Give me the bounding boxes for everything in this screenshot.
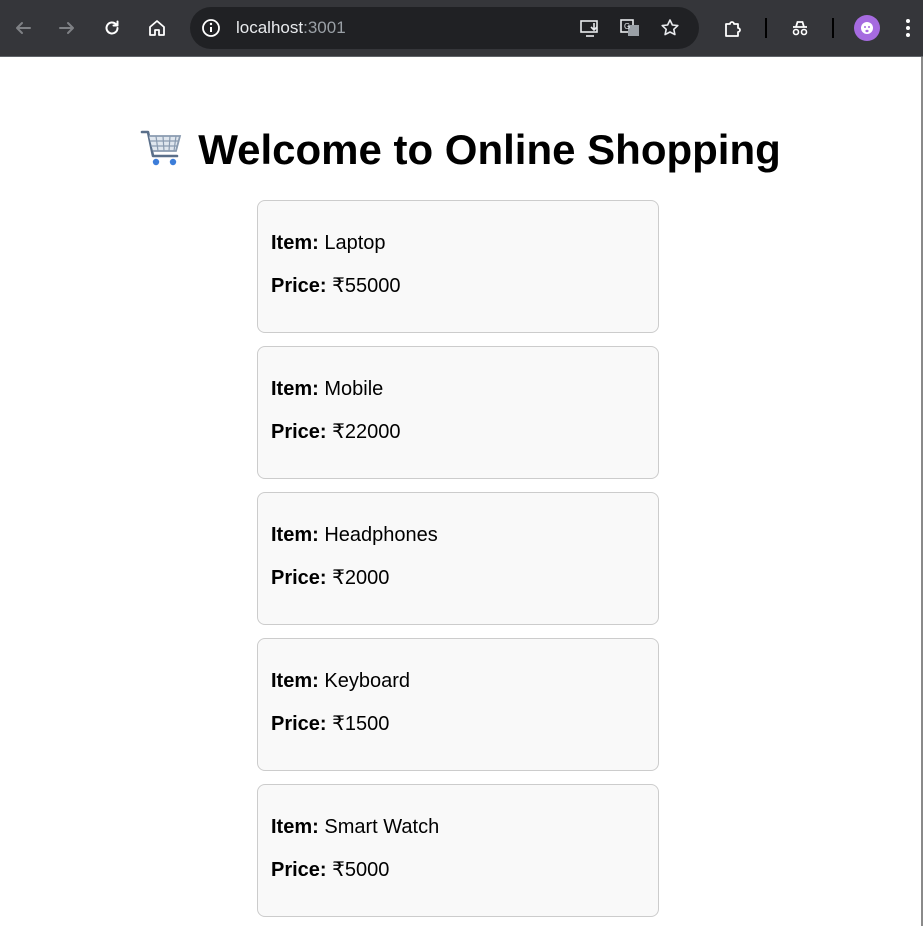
page-viewport: Welcome to Online Shopping Item: Laptop … bbox=[0, 57, 923, 926]
item-name: Smart Watch bbox=[324, 816, 440, 838]
item-row: Item: Keyboard bbox=[271, 639, 645, 693]
item-list: Item: Laptop Price: ₹55000 Item: Mobile … bbox=[257, 200, 659, 930]
item-name: Mobile bbox=[324, 378, 384, 400]
address-bar[interactable]: localhost:3001 G bbox=[190, 7, 699, 49]
menu-kebab-icon bbox=[906, 19, 910, 37]
shopping-cart-icon bbox=[140, 130, 182, 166]
url-host: localhost bbox=[236, 18, 304, 37]
item-card: Item: Mobile Price: ₹22000 bbox=[257, 346, 659, 479]
incognito-icon bbox=[792, 21, 808, 36]
item-label: Item: bbox=[271, 524, 319, 546]
back-arrow-icon bbox=[16, 22, 31, 34]
info-icon[interactable] bbox=[201, 18, 221, 38]
reload-icon bbox=[105, 20, 119, 35]
item-row: Item: Headphones bbox=[271, 493, 645, 547]
url-port: :3001 bbox=[303, 18, 346, 37]
price-label: Price: bbox=[271, 421, 327, 443]
price-label: Price: bbox=[271, 713, 327, 735]
item-name: Laptop bbox=[324, 232, 386, 254]
price-label: Price: bbox=[271, 275, 327, 297]
item-price: ₹1500 bbox=[332, 713, 390, 735]
forward-arrow-icon bbox=[59, 22, 74, 34]
menu-button[interactable] bbox=[896, 12, 920, 44]
item-row: Item: Mobile bbox=[271, 347, 645, 401]
price-row: Price: ₹1500 bbox=[271, 693, 645, 736]
item-card: Item: Smart Watch Price: ₹5000 bbox=[257, 784, 659, 917]
install-app-icon[interactable] bbox=[579, 17, 601, 39]
item-row: Item: Smart Watch bbox=[271, 785, 645, 839]
item-name: Keyboard bbox=[324, 670, 410, 692]
home-button[interactable] bbox=[141, 12, 173, 44]
item-name: Headphones bbox=[324, 524, 438, 546]
item-label: Item: bbox=[271, 670, 319, 692]
item-label: Item: bbox=[271, 378, 319, 400]
price-label: Price: bbox=[271, 567, 327, 589]
translate-icon[interactable]: G bbox=[619, 17, 641, 39]
page-title: Welcome to Online Shopping bbox=[0, 127, 921, 173]
reload-button[interactable] bbox=[96, 12, 128, 44]
url-text[interactable]: localhost:3001 bbox=[236, 18, 346, 38]
item-card: Item: Keyboard Price: ₹1500 bbox=[257, 638, 659, 771]
forward-button[interactable] bbox=[51, 12, 83, 44]
profile-avatar-icon[interactable] bbox=[854, 15, 880, 41]
item-card: Item: Laptop Price: ₹55000 bbox=[257, 200, 659, 333]
home-icon bbox=[149, 20, 165, 36]
price-row: Price: ₹22000 bbox=[271, 401, 645, 444]
incognito-button[interactable] bbox=[784, 12, 816, 44]
item-label: Item: bbox=[271, 816, 319, 838]
page-title-text: Welcome to Online Shopping bbox=[198, 126, 781, 173]
toolbar-separator bbox=[832, 18, 834, 38]
price-row: Price: ₹2000 bbox=[271, 547, 645, 590]
item-price: ₹55000 bbox=[332, 275, 401, 297]
price-label: Price: bbox=[271, 859, 327, 881]
price-row: Price: ₹5000 bbox=[271, 839, 645, 882]
item-price: ₹5000 bbox=[332, 859, 390, 881]
back-button[interactable] bbox=[7, 12, 39, 44]
item-price: ₹2000 bbox=[332, 567, 390, 589]
item-card: Item: Headphones Price: ₹2000 bbox=[257, 492, 659, 625]
extensions-button[interactable] bbox=[717, 12, 749, 44]
browser-toolbar: localhost:3001 G bbox=[0, 0, 923, 57]
svg-text:G: G bbox=[624, 22, 630, 31]
bookmark-star-icon[interactable] bbox=[659, 17, 681, 39]
extensions-icon bbox=[725, 21, 741, 37]
price-row: Price: ₹55000 bbox=[271, 255, 645, 298]
item-price: ₹22000 bbox=[332, 421, 401, 443]
item-row: Item: Laptop bbox=[271, 201, 645, 255]
toolbar-separator bbox=[765, 18, 767, 38]
item-label: Item: bbox=[271, 232, 319, 254]
